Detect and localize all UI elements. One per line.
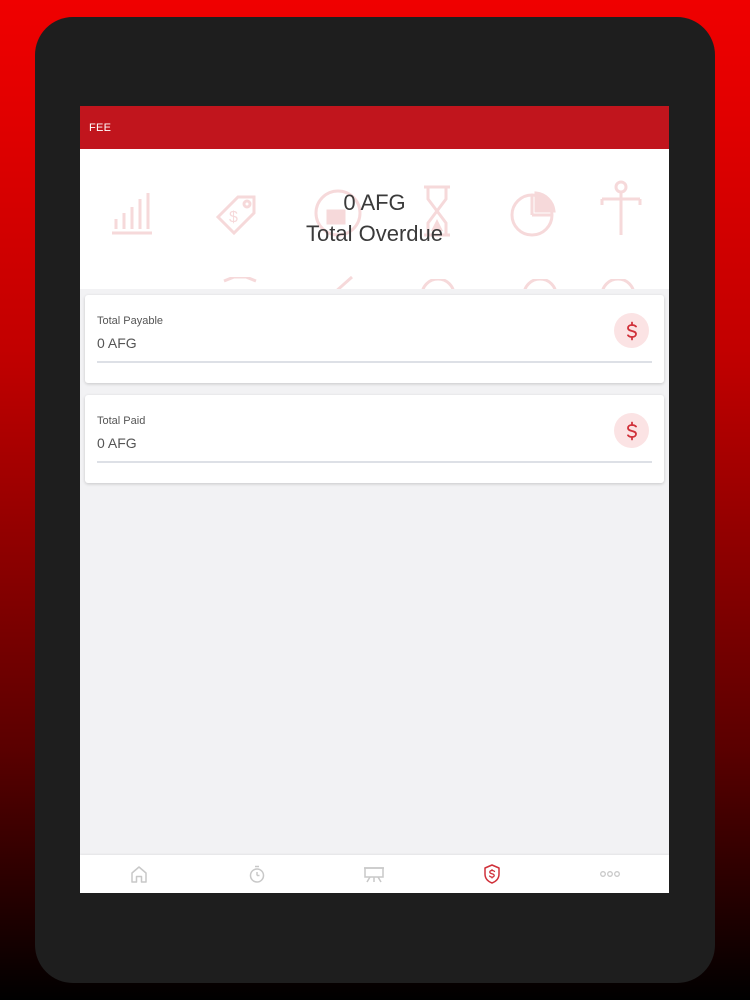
card-value: 0 AFG — [97, 335, 137, 351]
pencil-icon — [336, 275, 353, 289]
total-paid-card[interactable]: Total Paid 0 AFG — [85, 395, 664, 483]
nav-more[interactable] — [551, 855, 669, 893]
nav-home[interactable] — [80, 855, 198, 893]
overdue-summary: 0 AFG Total Overdue — [80, 189, 669, 249]
summary-hero: $ 0 AFG Total Overdue — [80, 149, 669, 289]
fee-shield-icon — [484, 864, 501, 884]
payable-dollar-button[interactable] — [614, 313, 649, 348]
stopwatch-icon — [249, 865, 264, 883]
clock-icon — [523, 279, 557, 289]
nav-fee[interactable] — [433, 855, 551, 893]
globe-icon — [421, 279, 455, 289]
card-value: 0 AFG — [97, 435, 137, 451]
home-icon — [131, 866, 147, 883]
card-divider — [97, 361, 652, 363]
nav-classes[interactable] — [316, 855, 434, 893]
nav-attendance[interactable] — [198, 855, 316, 893]
total-payable-card[interactable]: Total Payable 0 AFG — [85, 295, 664, 383]
more-icon — [600, 871, 621, 877]
card-label: Total Payable — [97, 315, 164, 327]
shirt-icon — [223, 277, 257, 283]
overdue-amount: 0 AFG — [343, 190, 406, 215]
bottom-navigation — [80, 855, 669, 893]
card-divider — [97, 461, 652, 463]
card-label: Total Paid — [97, 415, 146, 427]
dollar-icon — [626, 421, 637, 440]
presentation-board-icon — [364, 867, 385, 883]
dial-icon — [601, 279, 635, 289]
app-bar: FEE — [80, 106, 669, 149]
dollar-icon — [626, 321, 637, 340]
overdue-label: Total Overdue — [306, 221, 443, 246]
app-screen: FEE $ 0 AFG Total Overdue Total Payable … — [80, 106, 669, 893]
paid-dollar-button[interactable] — [614, 413, 649, 448]
page-title: FEE — [89, 121, 112, 134]
